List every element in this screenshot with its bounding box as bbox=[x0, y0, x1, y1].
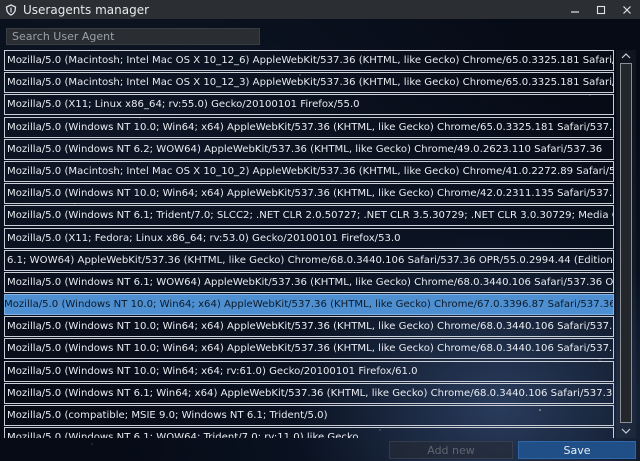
list-item[interactable]: Mozilla/5.0 (Windows NT 6.1; WOW64; Trid… bbox=[4, 427, 614, 438]
window-title: Useragents manager bbox=[23, 2, 150, 17]
list-item[interactable]: Mozilla/5.0 (Macintosh; Intel Mac OS X 1… bbox=[4, 160, 614, 182]
scrollbar-thumb[interactable] bbox=[620, 63, 632, 423]
list-item[interactable]: Mozilla/5.0 (Windows NT 6.2; WOW64) Appl… bbox=[4, 138, 614, 160]
user-agent-text: Mozilla/5.0 (Windows NT 10.0; Win64; x64… bbox=[7, 121, 614, 133]
list-scrollbar[interactable] bbox=[616, 50, 636, 438]
user-agent-text: Mozilla/5.0 (Windows NT 10.0; Win64; x64… bbox=[7, 321, 614, 333]
list-item[interactable]: Mozilla/5.0 (Macintosh; Intel Mac OS X 1… bbox=[4, 72, 614, 94]
list-item[interactable]: Mozilla/5.0 (Windows NT 10.0; Win64; x64… bbox=[4, 360, 614, 382]
list-item[interactable]: Mozilla/5.0 (Windows NT 10.0; Win64; x64… bbox=[4, 316, 614, 338]
user-agent-text: Mozilla/5.0 (Macintosh; Intel Mac OS X 1… bbox=[7, 55, 614, 66]
list-item[interactable]: Mozilla/5.0 (compatible; MSIE 9.0; Windo… bbox=[4, 405, 614, 426]
user-agent-list[interactable]: Mozilla/5.0 (Macintosh; Intel Mac OS X 1… bbox=[4, 50, 614, 438]
list-item[interactable]: Mozilla/5.0 (Windows NT 6.1; Trident/7.0… bbox=[4, 205, 614, 227]
user-agent-text: Mozilla/5.0 (Windows NT 6.1; Win64; x64)… bbox=[7, 387, 614, 399]
close-icon[interactable] bbox=[614, 0, 640, 19]
useragents-manager-window: Useragents manager Mozilla/5.0 (Macintos… bbox=[0, 0, 640, 461]
user-agent-text: Mozilla/5.0 (Windows NT 10.0; Win64; x64… bbox=[7, 188, 614, 200]
list-item[interactable]: Mozilla/5.0 (X11; Fedora; Linux x86_64; … bbox=[4, 227, 614, 249]
search-user-agent-input[interactable] bbox=[6, 28, 260, 45]
list-item-selected[interactable]: Mozilla/5.0 (Windows NT 10.0; Win64; x64… bbox=[4, 294, 614, 316]
user-agent-text: Mozilla/5.0 (Windows NT 10.0; Win64; x64… bbox=[4, 299, 614, 311]
user-agent-text: Mozilla/5.0 (Macintosh; Intel Mac OS X 1… bbox=[7, 165, 613, 177]
title-bar[interactable]: Useragents manager bbox=[0, 0, 640, 19]
user-agent-text: Mozilla/5.0 (Windows NT 6.1; WOW64) Appl… bbox=[7, 276, 614, 288]
save-button[interactable]: Save bbox=[518, 441, 636, 459]
list-item[interactable]: Mozilla/5.0 (X11; Linux x86_64; rv:55.0)… bbox=[4, 94, 614, 116]
list-item[interactable]: Mozilla/5.0 (Windows NT 6.1; WOW64) Appl… bbox=[4, 271, 614, 293]
user-agent-text: Mozilla/5.0 (compatible; MSIE 9.0; Windo… bbox=[7, 410, 328, 421]
list-item[interactable]: Mozilla/5.0 (Windows NT 10.0; Win64; x64… bbox=[4, 338, 614, 360]
list-item[interactable]: 6.1; WOW64) AppleWebKit/537.36 (KHTML, l… bbox=[4, 249, 614, 271]
chevron-down-icon[interactable] bbox=[619, 426, 633, 436]
user-agent-text: Mozilla/5.0 (Windows NT 6.2; WOW64) Appl… bbox=[7, 143, 603, 155]
user-agent-text: Mozilla/5.0 (X11; Linux x86_64; rv:55.0)… bbox=[7, 99, 360, 111]
user-agent-text: Mozilla/5.0 (X11; Fedora; Linux x86_64; … bbox=[7, 232, 401, 244]
user-agent-text: Mozilla/5.0 (Macintosh; Intel Mac OS X 1… bbox=[7, 77, 614, 89]
user-agent-text: Mozilla/5.0 (Windows NT 10.0; Win64; x64… bbox=[7, 343, 614, 355]
list-item[interactable]: Mozilla/5.0 (Windows NT 10.0; Win64; x64… bbox=[4, 116, 614, 138]
user-agent-text: Mozilla/5.0 (Windows NT 10.0; Win64; x64… bbox=[7, 365, 418, 377]
shield-icon bbox=[4, 3, 17, 16]
list-item[interactable]: Mozilla/5.0 (Windows NT 6.1; Win64; x64)… bbox=[4, 382, 614, 404]
chevron-up-icon[interactable] bbox=[619, 51, 633, 61]
list-item[interactable]: Mozilla/5.0 (Macintosh; Intel Mac OS X 1… bbox=[4, 50, 614, 71]
window-controls bbox=[562, 0, 640, 19]
user-agent-text: Mozilla/5.0 (Windows NT 6.1; Trident/7.0… bbox=[7, 210, 613, 222]
maximize-icon[interactable] bbox=[588, 0, 614, 19]
list-item[interactable]: Mozilla/5.0 (Windows NT 10.0; Win64; x64… bbox=[4, 183, 614, 205]
minimize-icon[interactable] bbox=[562, 0, 588, 19]
user-agent-text: 6.1; WOW64) AppleWebKit/537.36 (KHTML, l… bbox=[7, 254, 613, 266]
user-agent-text: Mozilla/5.0 (Windows NT 6.1; WOW64; Trid… bbox=[7, 432, 359, 438]
add-new-button[interactable]: Add new bbox=[389, 441, 513, 459]
